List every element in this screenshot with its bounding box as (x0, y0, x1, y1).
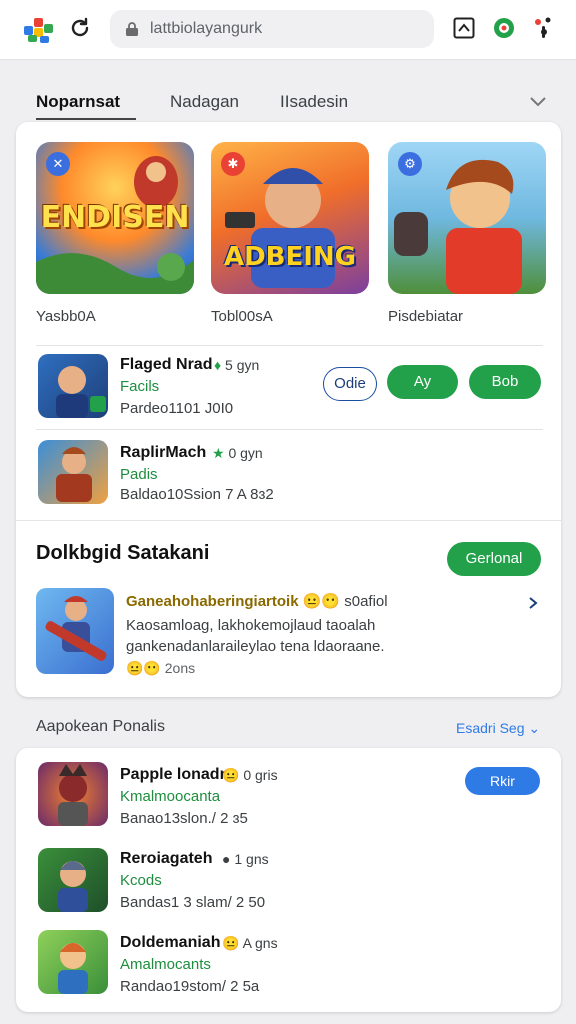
list-art-2 (58, 861, 88, 912)
odie-button[interactable]: Odie (323, 367, 377, 401)
featured-caption-1: Yasbb0A (36, 308, 96, 325)
url-text: lattbiolayangurk (150, 20, 263, 37)
tab-noparnsat[interactable]: Noparnsat (36, 92, 120, 112)
star-icon: ★ (212, 445, 225, 461)
extension-icon[interactable] (492, 16, 516, 40)
featured-game-3[interactable]: ⚙ (388, 142, 546, 294)
featured-game-1[interactable]: ✕ ENDISEN (36, 142, 194, 294)
leaf-icon: ♦ (214, 357, 222, 373)
app-art-1 (56, 366, 106, 418)
post-art (45, 596, 107, 661)
app-category: Padis (120, 466, 158, 483)
menu-dots-icon[interactable] (532, 16, 556, 40)
share-icon[interactable] (452, 16, 476, 40)
gerlonal-button[interactable]: Gerlonal (447, 542, 541, 576)
list-item-meta: Randao19stom/ 2 5a (120, 978, 260, 995)
list-item-rating: 😐 A gns (222, 935, 278, 952)
list-item-category: Kmalmoocanta (120, 788, 221, 805)
list-item-meta: Banao13slon./ 2 ɜ5 (120, 810, 248, 827)
rating-text: 5 gyn (225, 357, 260, 373)
chevron-right-icon[interactable] (526, 596, 540, 610)
app-rating: ★ 0 gyn (212, 445, 263, 462)
featured-caption-2: Tobl00sA (211, 308, 273, 325)
tools-badge-icon: ✕ (46, 152, 70, 176)
tab-nadagan[interactable]: Nadagan (170, 92, 239, 112)
app-icon-raplirmach[interactable] (38, 440, 108, 504)
address-bar[interactable]: lattbiolayangurk (110, 10, 434, 48)
lock-icon (126, 22, 138, 36)
featured-art-text-2: ADBEING (223, 242, 357, 272)
emoji-icon: 😐 (222, 767, 240, 783)
post-title: Ganeahohaberingiartoik 😐😶 s0afiol (126, 592, 388, 610)
emoji-icon: 😐😶 (302, 593, 341, 610)
list-art-3 (58, 943, 88, 994)
post-title-suffix: s0afiol (344, 593, 388, 610)
emoji-icon: ● (222, 851, 231, 867)
list-item-rating: ● 1 gns (222, 851, 269, 867)
emoji-icon: 😐 (222, 935, 240, 951)
list-item-title[interactable]: Doldemaniah (120, 934, 220, 952)
post-footer: 😐😶 2ons (126, 660, 195, 677)
featured-game-2[interactable]: ✱ ADBEING (211, 142, 369, 294)
app-rating: ♦ 5 gyn (214, 357, 259, 373)
see-all-link[interactable]: Esadri Seg ⌄ (456, 720, 540, 737)
divider (16, 520, 561, 521)
list-item-category: Kcods (120, 872, 162, 889)
chevron-down-icon: ⌄ (528, 720, 541, 736)
category-tabs: Noparnsat Nadagan IIsadesin (0, 86, 576, 120)
app-icon-doldemaniah[interactable] (38, 930, 108, 994)
list-item-meta: Bandas1 3 slam/ 2 50 (120, 894, 266, 911)
flag-badge-icon: ✱ (221, 152, 245, 176)
rating-text: 0 gyn (228, 445, 263, 461)
divider (36, 345, 543, 346)
app-list-card: Papple lonadn 😐 0 gris Kmalmoocanta Bana… (16, 748, 561, 1012)
app-title[interactable]: Flaged Nrad (120, 356, 212, 374)
app-category: Facils (120, 378, 160, 395)
post-title-text: Ganeahohaberingiartoik (126, 593, 299, 610)
list-item-category: Amalmocants (120, 956, 211, 973)
post-line-1: Kaosamloag, lakhokemojlaud taoalah (126, 617, 376, 634)
post-line-2: gankenadanlaraileylao tena ldaoraane. (126, 638, 385, 655)
bob-button[interactable]: Bob (469, 365, 541, 399)
rating-text: 0 gris (243, 767, 278, 783)
list-art-1 (58, 764, 88, 826)
reload-icon[interactable] (68, 16, 92, 40)
browser-toolbar: lattbiolayangurk (0, 0, 576, 60)
list-header-title: Aapokean Ponalis (36, 718, 165, 735)
section-title: Dolkbgid Satakani (36, 542, 210, 564)
app-title[interactable]: RaplirMach (120, 444, 206, 462)
gear-badge-icon: ⚙ (398, 152, 422, 176)
see-all-text: Esadri Seg (456, 720, 525, 736)
app-icon-reroiagateh[interactable] (38, 848, 108, 912)
multicolor-logo-icon[interactable] (22, 14, 56, 44)
active-tab-indicator (36, 118, 136, 120)
featured-card: ✕ ENDISEN Yasbb0A ✱ ADBEING Tobl00sA ⚙ P… (16, 122, 561, 697)
divider (36, 429, 543, 430)
app-art-2 (56, 447, 92, 502)
app-icon-papple-lonadn[interactable] (38, 762, 108, 826)
rating-text: 1 gns (234, 851, 269, 867)
featured-art-text-1: ENDISEN (40, 200, 190, 235)
post-footer-text: 2ons (164, 660, 196, 676)
rkir-button[interactable]: Rkir (465, 767, 540, 795)
ay-button[interactable]: Ay (387, 365, 458, 399)
list-item-rating: 😐 0 gris (222, 767, 278, 784)
list-item-title[interactable]: Reroiagateh (120, 850, 212, 868)
featured-caption-3: Pisdebiatar (388, 308, 464, 325)
app-icon-flaged-nrad[interactable] (38, 354, 108, 418)
app-meta: Baldao10Ssion 7 A 8ɜ2 (120, 486, 274, 503)
tab-iisadesin[interactable]: IIsadesin (280, 92, 348, 112)
emoji-icon: 😐😶 (126, 660, 161, 676)
rating-text: A gns (242, 935, 278, 951)
post-thumbnail[interactable] (36, 588, 114, 674)
list-item-title[interactable]: Papple lonadn (120, 766, 229, 784)
chevron-down-icon[interactable] (528, 94, 548, 110)
app-meta: Pardeo1101 J0I0 (120, 400, 234, 417)
